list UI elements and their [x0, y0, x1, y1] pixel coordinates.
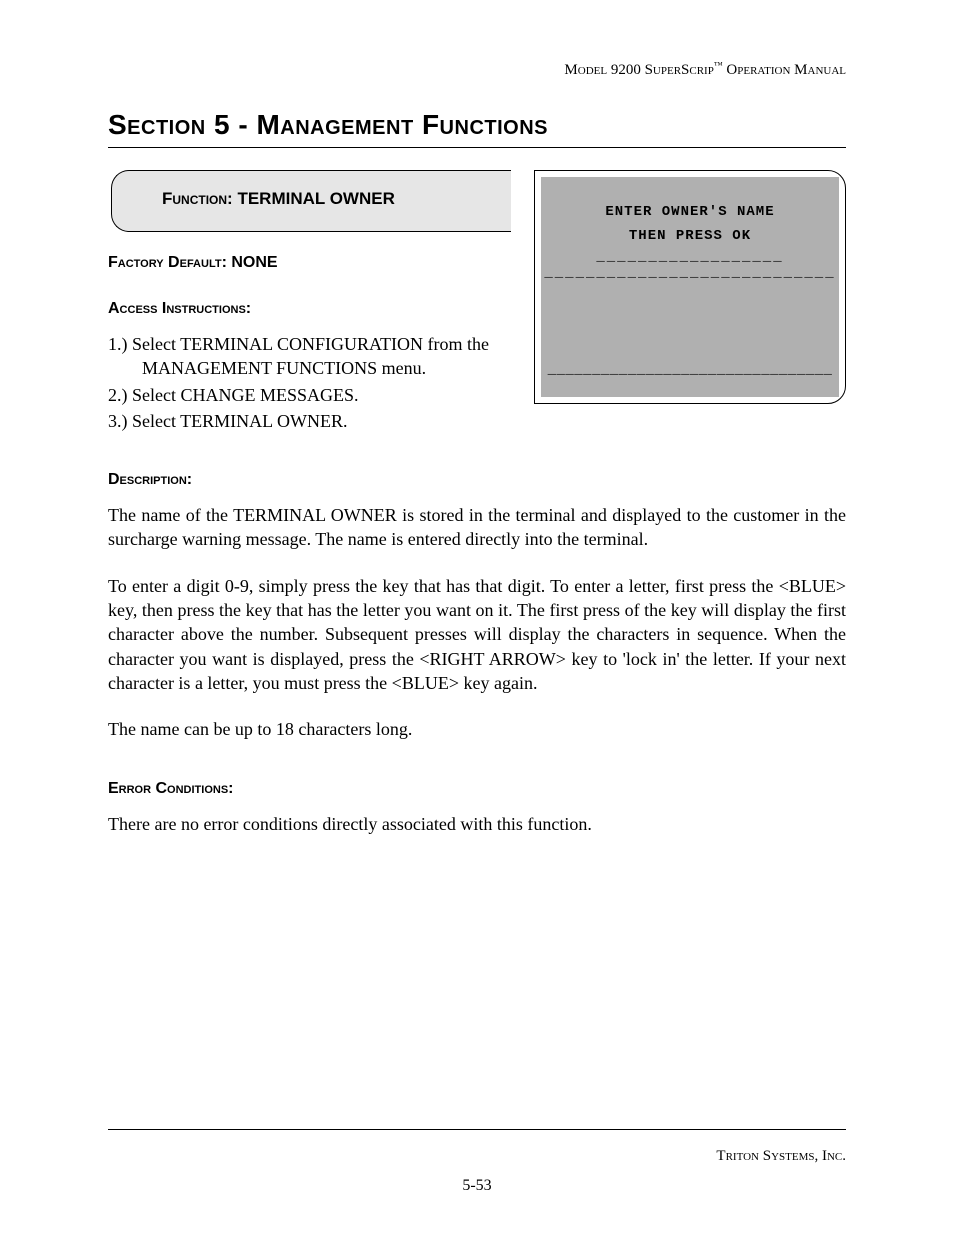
page: Model 9200 SuperScrip™ Operation Manual … [0, 0, 954, 1235]
header-suffix: Operation Manual [723, 62, 846, 78]
function-name: TERMINAL OWNER [237, 189, 394, 208]
left-column: Factory Default: NONE Access Instruction… [108, 254, 518, 433]
instruction-list: 1.) Select TERMINAL CONFIGURATION from t… [108, 332, 518, 433]
page-number: 5-53 [0, 1177, 954, 1195]
terminal-screen-inner: ENTER OWNER'S NAME THEN PRESS OK _______… [541, 177, 839, 397]
instruction-item: 2.) Select CHANGE MESSAGES. [108, 383, 518, 407]
function-tab-wrap: Function: TERMINAL OWNER ENTER OWNER'S N… [108, 170, 846, 240]
function-tab: Function: TERMINAL OWNER [111, 170, 511, 232]
description-paragraph: The name can be up to 18 characters long… [108, 717, 846, 741]
description-paragraph: To enter a digit 0-9, simply press the k… [108, 574, 846, 695]
screen-underscore-3: ________________________________ [541, 362, 839, 378]
header-text: Model 9200 SuperScrip™ Operation Manual [108, 60, 846, 79]
description-label: Description: [108, 471, 846, 489]
screen-spacer [541, 282, 839, 362]
function-label: Function: TERMINAL OWNER [162, 189, 395, 208]
screen-underscore-1: __________________ [541, 249, 839, 266]
footer-company: Triton Systems, Inc. [716, 1148, 846, 1165]
screen-line-1: ENTER OWNER'S NAME [541, 201, 839, 225]
terminal-screen: ENTER OWNER'S NAME THEN PRESS OK _______… [534, 170, 846, 404]
header-tm: ™ [714, 60, 723, 70]
error-conditions-text: There are no error conditions directly a… [108, 812, 846, 836]
title-rule [108, 147, 846, 148]
instruction-item: 1.) Select TERMINAL CONFIGURATION from t… [108, 332, 518, 381]
factory-default-label: Factory Default: [108, 254, 227, 271]
factory-default: Factory Default: NONE [108, 254, 518, 272]
factory-default-value: NONE [231, 254, 277, 271]
content-block: Function: TERMINAL OWNER ENTER OWNER'S N… [108, 170, 846, 836]
header-model: Model 9200 SuperScrip [564, 62, 713, 78]
footer-rule [108, 1129, 846, 1130]
section-title: Section 5 - Management Functions [108, 109, 846, 141]
description-paragraph: The name of the TERMINAL OWNER is stored… [108, 503, 846, 552]
error-conditions-label: Error Conditions: [108, 780, 846, 798]
screen-line-2: THEN PRESS OK [541, 225, 839, 249]
access-instructions-label: Access Instructions: [108, 300, 518, 318]
instruction-item: 3.) Select TERMINAL OWNER. [108, 409, 518, 433]
function-label-prefix: Function: [162, 189, 233, 208]
screen-underscore-2: ____________________________ [541, 265, 839, 282]
